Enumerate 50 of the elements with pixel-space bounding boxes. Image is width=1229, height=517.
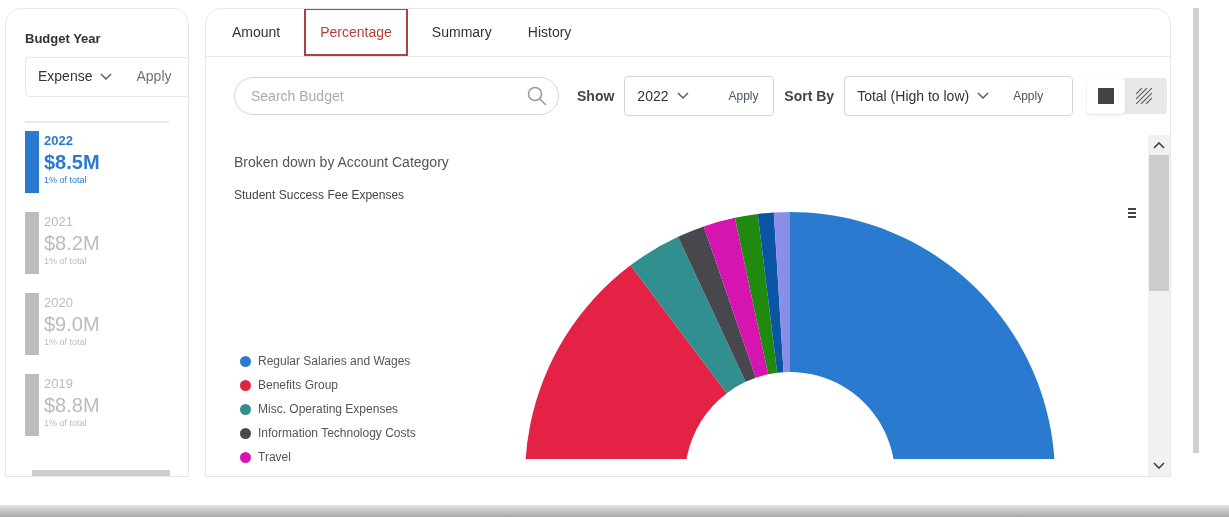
tab[interactable]: Percentage <box>304 9 408 56</box>
sidebar-title: Budget Year <box>25 30 102 48</box>
chart-subtitle: Student Success Fee Expenses <box>234 187 406 204</box>
chevron-up-icon[interactable] <box>1153 141 1165 149</box>
year-label: 2022 <box>44 131 74 150</box>
vertical-scrollbar[interactable] <box>1148 135 1170 476</box>
chevron-down-icon[interactable] <box>1153 462 1165 470</box>
show-label: Show <box>577 86 615 106</box>
legend-label[interactable]: Travel <box>258 449 291 465</box>
search-field[interactable]: Search Budget <box>234 77 559 115</box>
menu-icon[interactable] <box>1128 207 1136 219</box>
donut-slice[interactable] <box>790 212 1055 459</box>
chevron-down-icon <box>676 92 689 100</box>
year-item[interactable]: 2022 $8.5M 1% of total <box>25 130 188 193</box>
search-icon[interactable] <box>527 86 547 106</box>
page-scrollbar[interactable] <box>1193 8 1199 453</box>
chart-title: Broken down by Account Category <box>234 153 450 172</box>
legend-label[interactable]: Benefits Group <box>258 377 339 393</box>
apply-button[interactable]: Apply <box>136 66 172 87</box>
legend-label[interactable]: Information Technology Costs <box>258 425 416 441</box>
donut-slice[interactable] <box>630 236 746 394</box>
year-amount: $8.8M <box>44 393 100 417</box>
filled-square-icon <box>1098 88 1115 104</box>
year-share: 1% of total <box>44 417 88 430</box>
year-amount: $9.0M <box>44 312 100 336</box>
sort-dropdown[interactable]: Total (High to low) <box>857 85 990 107</box>
year-share: 1% of total <box>44 255 88 268</box>
legend-label[interactable]: Regular Salaries and Wages <box>258 353 411 369</box>
chevron-down-icon <box>977 92 990 100</box>
sort-label: Sort By <box>784 86 835 106</box>
tab[interactable]: Amount <box>214 9 299 56</box>
chevron-down-icon <box>100 72 113 81</box>
apply-button[interactable]: Apply <box>1013 87 1044 105</box>
year-label: 2020 <box>44 293 74 312</box>
donut-slice[interactable] <box>525 265 727 459</box>
year-amount: $8.2M <box>44 231 100 255</box>
legend-label[interactable]: Misc. Operating Expenses <box>258 401 399 417</box>
view-toggle[interactable] <box>1087 78 1126 114</box>
type-dropdown[interactable]: Expense <box>38 66 113 87</box>
year-amount: $8.5M <box>44 150 100 174</box>
apply-button[interactable]: Apply <box>728 87 759 105</box>
scrollbar-thumb[interactable] <box>1149 155 1169 291</box>
year-share: 1% of total <box>44 174 88 187</box>
year-label: 2021 <box>44 212 74 231</box>
horizontal-scrollbar[interactable] <box>32 470 170 476</box>
year-label: 2019 <box>44 374 74 393</box>
year-share: 1% of total <box>44 336 88 349</box>
year-dropdown[interactable]: 2022 <box>637 85 689 107</box>
tab[interactable]: History <box>509 9 590 56</box>
tab[interactable]: Summary <box>413 9 510 56</box>
